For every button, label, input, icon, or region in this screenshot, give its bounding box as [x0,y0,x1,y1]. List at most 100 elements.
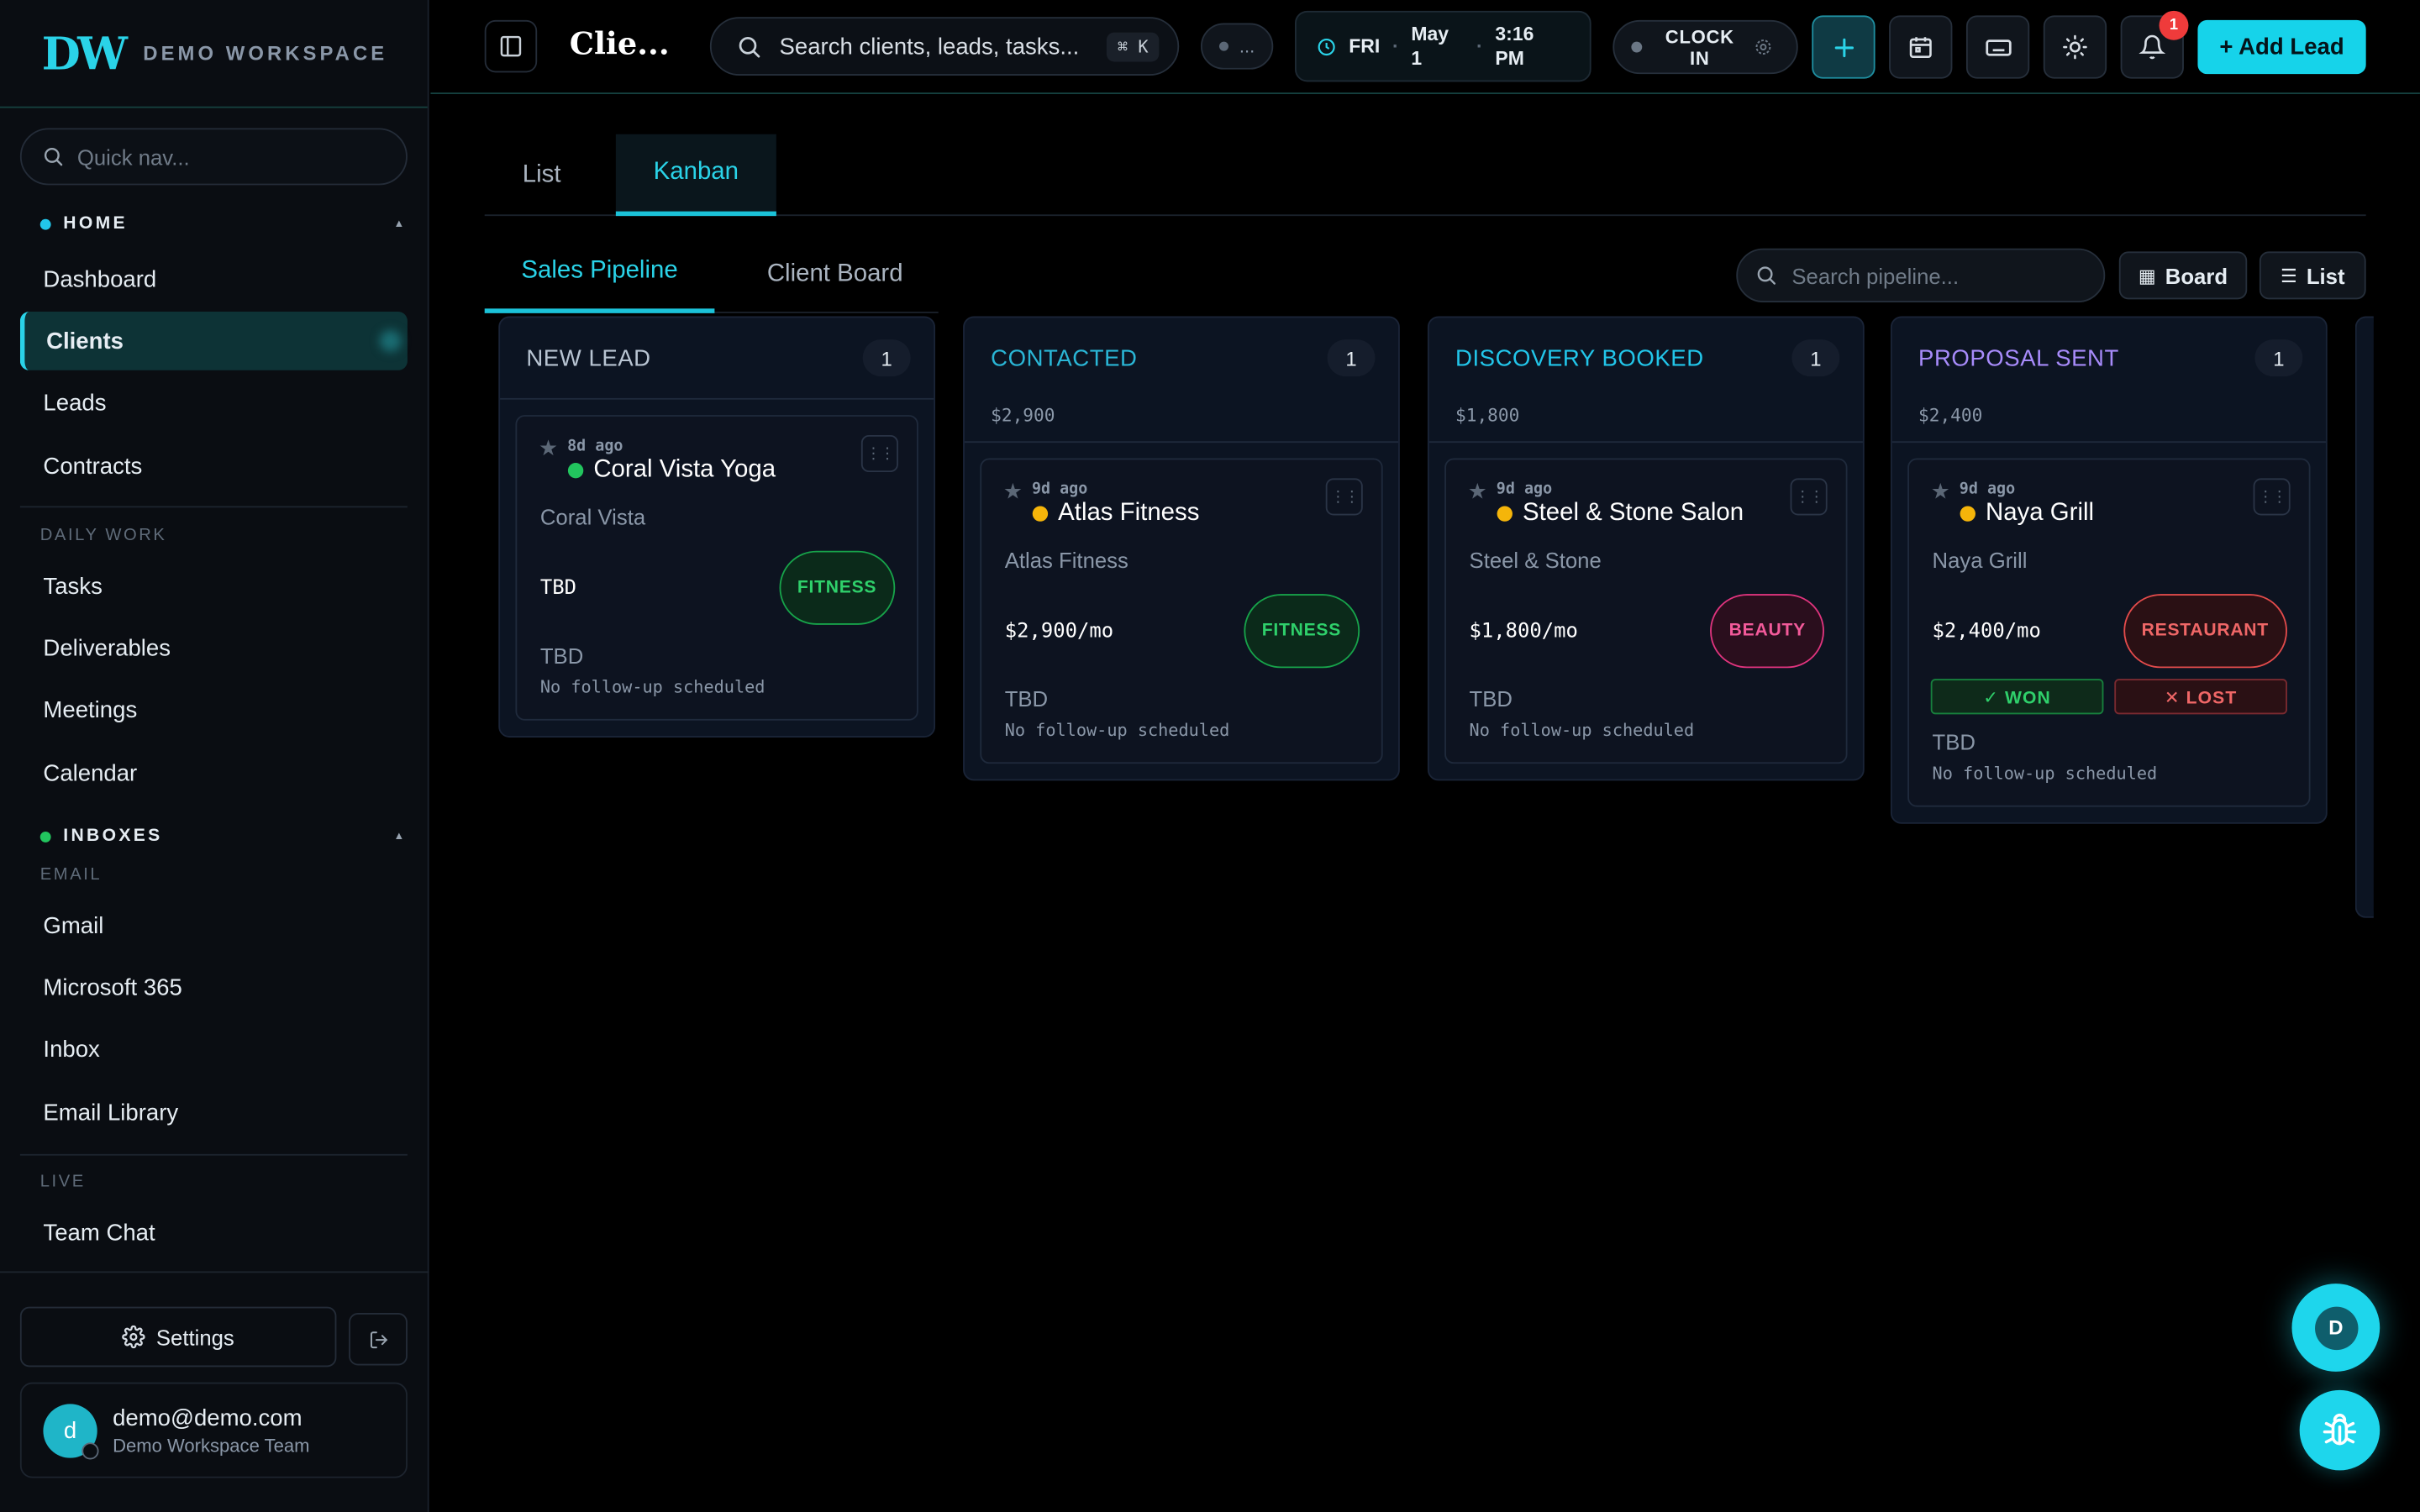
column-header: CONTACTED 1 [965,318,1398,398]
card-amount: $2,900/mo [1004,619,1114,643]
gear-icon[interactable] [1753,37,1773,57]
view-tabs: List Kanban [484,134,2366,217]
calendar-icon [1907,34,1933,60]
sidebar-item-inbox[interactable]: Inbox [20,1020,408,1079]
sidebar-item-microsoft-365[interactable]: Microsoft 365 [20,958,408,1017]
industry-tag: FITNESS [778,550,896,625]
logout-button[interactable] [349,1313,408,1366]
column-title: NEW LEAD [526,344,651,371]
sidebar-toggle-button[interactable] [484,19,538,73]
date-line: 1 [1411,47,1423,70]
sidebar: DW DEMO WORKSPACE HOME ▲ Dashboard Clien… [0,0,429,1512]
tab-sales-pipeline[interactable]: Sales Pipeline [484,234,715,313]
sidebar-item-dashboard[interactable]: Dashboard [20,250,408,309]
status-indicator [82,1441,99,1459]
mark-won-button[interactable]: ✓ WON [1930,679,2104,715]
card-amount: $2,400/mo [1932,619,2041,643]
logout-icon [368,1329,388,1349]
star-icon[interactable]: ★ [1931,480,1950,501]
quick-add-button[interactable] [1812,15,1876,79]
sidebar-item-label: Dashboard [43,265,157,293]
keyboard-shortcuts-button[interactable] [1965,15,2030,79]
tab-kanban[interactable]: Kanban [615,134,776,217]
card-followup: No follow-up scheduled [1004,720,1230,741]
sidebar-item-calendar[interactable]: Calendar [20,743,408,802]
caret-up-icon[interactable]: ▲ [393,831,404,842]
clock-status-dot [1631,41,1643,53]
star-icon[interactable]: ★ [1468,480,1487,501]
card-name: Coral Vista Yoga [593,456,776,483]
drag-handle-icon[interactable]: ⋮⋮ [1325,478,1363,516]
sidebar-item-label: Clients [46,328,124,354]
global-search[interactable]: Search clients, leads, tasks... ⌘ K [709,17,1180,76]
section-inboxes[interactable]: INBOXES ▲ [39,827,404,846]
divider [0,1271,429,1273]
list-view-button[interactable]: ☰ List [2259,251,2366,300]
clock-in-button[interactable]: CLOCK IN [1612,19,1798,75]
column-total-value: $1,800 [1455,404,1520,426]
section-label-live: LIVE [39,1172,86,1191]
pipeline-search[interactable] [1736,248,2106,302]
drag-handle-icon[interactable]: ⋮⋮ [860,434,898,473]
lead-card[interactable]: ★ 8d ago Coral Vista Yoga ⋮⋮ Coral Vista… [515,415,918,721]
sidebar-item-label: Microsoft 365 [43,974,182,1001]
bug-report-button[interactable] [2299,1389,2381,1471]
lead-card[interactable]: ★ 9d ago Steel & Stone Salon ⋮⋮ Steel & … [1444,458,1848,764]
search-icon [738,34,761,58]
drag-handle-icon[interactable]: ⋮⋮ [1790,478,1828,516]
clock-in-line: CLOCK [1665,25,1734,48]
card-followup: No follow-up scheduled [1469,720,1695,741]
card-company: Steel & Stone [1469,548,1602,573]
add-lead-button[interactable]: + Add Lead [2197,19,2366,75]
star-icon[interactable]: ★ [539,437,558,459]
sun-icon [2062,34,2088,60]
quick-nav-search[interactable] [19,128,408,186]
lead-card[interactable]: ★ 9d ago Atlas Fitness ⋮⋮ Atlas Fitness … [980,458,1383,764]
clock-in-line: IN [1690,47,1710,69]
mark-lost-button[interactable]: ✕ LOST [2114,679,2287,715]
card-name: Steel & Stone Salon [1523,500,1744,527]
lead-card[interactable]: ★ 9d ago Naya Grill ⋮⋮ Naya Grill $2,400… [1907,458,2311,807]
plus-icon [1829,33,1857,60]
brand-logo: DW [41,27,128,80]
quick-nav-input[interactable] [76,144,387,170]
sidebar-item-tasks[interactable]: Tasks [20,557,408,616]
sidebar-item-gmail[interactable]: Gmail [20,896,408,955]
sidebar-item-leads[interactable]: Leads [20,373,408,432]
user-card[interactable]: d demo@demo.com Demo Workspace Team [19,1382,408,1478]
card-next-step: TBD [1932,729,1975,755]
brand[interactable]: DW DEMO WORKSPACE [0,0,428,108]
sidebar-item-contracts[interactable]: Contracts [20,437,408,496]
section-home[interactable]: HOME ▲ [39,214,404,233]
pipeline-search-input[interactable] [1791,263,2086,288]
caret-up-icon[interactable]: ▲ [393,218,404,229]
drag-handle-icon[interactable]: ⋮⋮ [2253,478,2291,516]
notifications-button[interactable]: 1 [2120,10,2189,79]
card-next-step: TBD [539,643,584,669]
column-divider [1891,441,2326,444]
sidebar-item-team-chat[interactable]: Team Chat [20,1204,408,1263]
list-view-label: List [2306,263,2345,288]
calendar-button[interactable] [1889,15,1953,79]
column-title: DISCOVERY BOOKED [1455,344,1704,371]
sidebar-item-clients[interactable]: Clients [19,312,408,370]
gear-icon [122,1325,145,1349]
tab-client-board[interactable]: Client Board [767,234,903,313]
assistant-button[interactable]: D [2291,1284,2381,1372]
sidebar-item-label: Email Library [43,1099,179,1126]
star-icon[interactable]: ★ [1003,480,1023,501]
theme-toggle-button[interactable] [2043,15,2107,79]
tab-list[interactable]: List [485,134,599,216]
settings-label: Settings [155,1324,234,1350]
sidebar-item-label: Tasks [43,573,103,600]
column-header: NEW LEAD 1 [500,318,934,398]
settings-button[interactable]: Settings [19,1306,337,1368]
status-button[interactable]: ... [1200,23,1274,70]
board-view-button[interactable]: ▦ Board [2118,251,2248,300]
sidebar-item-deliverables[interactable]: Deliverables [20,619,408,678]
list-icon: ☰ [2281,264,2297,286]
sidebar-item-email-library[interactable]: Email Library [20,1083,408,1142]
column-total-value: $2,900 [991,404,1055,426]
sidebar-item-meetings[interactable]: Meetings [20,680,408,739]
bug-icon [2320,1410,2360,1451]
